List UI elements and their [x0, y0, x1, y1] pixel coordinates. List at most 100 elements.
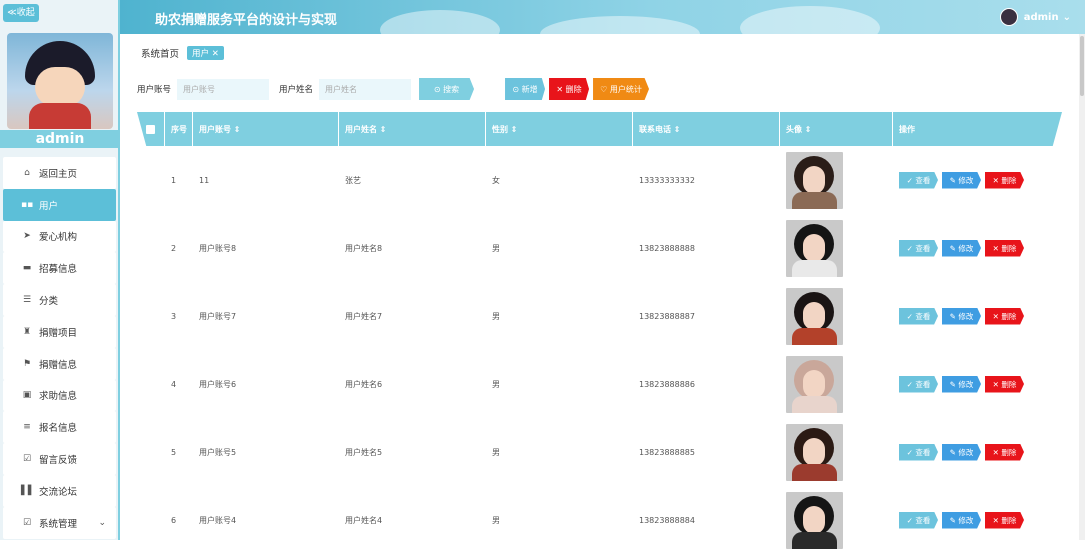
chevron-down-icon: ⌄	[1062, 11, 1071, 23]
delete-button[interactable]: ✕ 删除	[985, 443, 1024, 461]
edit-button[interactable]: ✎ 修改	[942, 307, 981, 325]
avatar-photo[interactable]	[786, 423, 843, 481]
col-account[interactable]: 用户账号 ⇕	[193, 112, 339, 146]
batch-delete-button[interactable]: ✕ 删除	[549, 78, 590, 100]
sidebar-username: admin	[0, 130, 118, 148]
settings-check-icon: ☑	[22, 517, 32, 528]
edit-button[interactable]: ✎ 修改	[942, 511, 981, 529]
user-stats-button[interactable]: ♡ 用户统计	[593, 78, 650, 100]
cell-gender: 男	[492, 515, 500, 525]
collapse-button[interactable]: ≪收起	[3, 4, 39, 22]
avatar-photo[interactable]	[786, 287, 843, 345]
cell-avatar	[780, 282, 893, 350]
cell-actions: ✓ 查看 ✎ 修改 ✕ 删除	[893, 486, 1062, 554]
clipboard-icon: ▣	[22, 390, 32, 401]
avatar-photo[interactable]	[786, 355, 843, 413]
sidebar-item-9[interactable]: ☑ 留言反馈	[3, 443, 116, 475]
edit-button[interactable]: ✎ 修改	[942, 375, 981, 393]
page-scrollbar[interactable]	[1079, 34, 1085, 540]
row-checkbox[interactable]	[137, 282, 165, 350]
col-gender[interactable]: 性别 ⇕	[486, 112, 633, 146]
sidebar-item-4[interactable]: ☰ 分类	[3, 284, 116, 316]
cell-actions: ✓ 查看 ✎ 修改 ✕ 删除	[893, 214, 1062, 282]
view-button[interactable]: ✓ 查看	[899, 375, 938, 393]
cell-gender: 女	[492, 175, 500, 185]
sidebar-item-11[interactable]: ☑ 系统管理 ⌄	[3, 506, 116, 539]
cell-account: 用户账号4	[199, 515, 237, 525]
sidebar-item-6[interactable]: ⚑ 捐赠信息	[3, 347, 116, 380]
sidebar-item-5[interactable]: ♜ 捐赠项目	[3, 315, 116, 348]
sidebar-item-8[interactable]: ≡ 报名信息	[3, 411, 116, 444]
search-button[interactable]: ⊙ 搜索	[419, 78, 475, 100]
avatar	[7, 33, 113, 129]
name-label: 用户姓名	[279, 85, 314, 95]
table-row: 3 用户账号7 用户姓名7 男 13823888887 ✓ 查看 ✎ 修改 ✕ …	[137, 282, 1062, 350]
sidebar-item-label: 求助信息	[39, 391, 78, 403]
cell-name: 用户姓名4	[345, 515, 383, 525]
row-checkbox[interactable]	[137, 146, 165, 214]
user-menu[interactable]: admin ⌄	[999, 8, 1071, 26]
cell-actions: ✓ 查看 ✎ 修改 ✕ 删除	[893, 350, 1062, 418]
sidebar-item-0[interactable]: ⌂ 返回主页	[3, 157, 116, 189]
cell-no: 3	[171, 311, 177, 321]
table-row: 5 用户账号5 用户姓名5 男 13823888885 ✓ 查看 ✎ 修改 ✕ …	[137, 418, 1062, 486]
chevron-down-icon: ⌄	[98, 517, 106, 528]
sidebar-item-7[interactable]: ▣ 求助信息	[3, 379, 116, 412]
breadcrumb-tab-user[interactable]: 用户 ✕	[187, 46, 224, 60]
cell-no: 6	[171, 515, 177, 525]
view-button[interactable]: ✓ 查看	[899, 307, 938, 325]
cell-actions: ✓ 查看 ✎ 修改 ✕ 删除	[893, 146, 1062, 214]
add-button[interactable]: ⊙ 新增	[505, 78, 546, 100]
col-no: 序号	[165, 112, 193, 146]
table-header: 序号 用户账号 ⇕ 用户姓名 ⇕ 性别 ⇕ 联系电话 ⇕ 头像 ⇕ 操作	[137, 112, 1062, 146]
sidebar-item-label: 系统管理	[39, 518, 78, 530]
avatar-photo[interactable]	[786, 151, 843, 209]
cell-account: 用户账号7	[199, 311, 237, 321]
cell-no: 5	[171, 447, 177, 457]
row-checkbox[interactable]	[137, 214, 165, 282]
delete-button[interactable]: ✕ 删除	[985, 307, 1024, 325]
delete-button[interactable]: ✕ 删除	[985, 171, 1024, 189]
sidebar-item-label: 留言反馈	[39, 455, 78, 467]
sidebar-item-label: 捐赠项目	[39, 327, 78, 339]
delete-button[interactable]: ✕ 删除	[985, 375, 1024, 393]
delete-button[interactable]: ✕ 删除	[985, 239, 1024, 257]
col-name[interactable]: 用户姓名 ⇕	[339, 112, 486, 146]
flag-icon: ⚑	[22, 358, 32, 369]
sidebar-item-label: 返回主页	[39, 168, 78, 180]
delete-button[interactable]: ✕ 删除	[985, 511, 1024, 529]
cell-actions: ✓ 查看 ✎ 修改 ✕ 删除	[893, 282, 1062, 350]
sidebar-item-10[interactable]: ▌▌ 交流论坛	[3, 474, 116, 507]
sidebar-item-label: 交流论坛	[39, 486, 78, 498]
row-checkbox[interactable]	[137, 486, 165, 554]
sidebar-item-label: 用户	[39, 200, 59, 212]
table-row: 2 用户账号8 用户姓名8 男 13823888888 ✓ 查看 ✎ 修改 ✕ …	[137, 214, 1062, 282]
select-all-checkbox[interactable]	[137, 112, 165, 146]
row-checkbox[interactable]	[137, 418, 165, 486]
search-bar: 用户账号 用户账号 用户姓名 用户姓名 ⊙ 搜索 ⊙ 新增 ✕ 删除 ♡ 用户统…	[137, 78, 650, 100]
col-avatar[interactable]: 头像 ⇕	[780, 112, 893, 146]
cell-phone: 13823888884	[639, 515, 695, 525]
col-phone[interactable]: 联系电话 ⇕	[633, 112, 780, 146]
avatar-photo[interactable]	[786, 219, 843, 277]
edit-button[interactable]: ✎ 修改	[942, 171, 981, 189]
home-icon: ⌂	[24, 167, 30, 178]
sliders-icon: ☰	[22, 295, 32, 306]
account-search-input[interactable]: 用户账号	[177, 78, 270, 100]
name-search-input[interactable]: 用户姓名	[319, 78, 412, 100]
edit-button[interactable]: ✎ 修改	[942, 239, 981, 257]
row-checkbox[interactable]	[137, 350, 165, 418]
view-button[interactable]: ✓ 查看	[899, 511, 938, 529]
view-button[interactable]: ✓ 查看	[899, 443, 938, 461]
view-button[interactable]: ✓ 查看	[899, 171, 938, 189]
sidebar-item-1[interactable]: ▪▪ 用户	[3, 188, 116, 221]
sidebar-item-2[interactable]: ➤ 爱心机构	[3, 220, 116, 253]
breadcrumb-home[interactable]: 系统首页	[141, 46, 179, 60]
view-button[interactable]: ✓ 查看	[899, 239, 938, 257]
edit-button[interactable]: ✎ 修改	[942, 443, 981, 461]
breadcrumb: 系统首页 用户 ✕	[141, 46, 224, 60]
cell-avatar	[780, 486, 893, 554]
cell-name: 张艺	[345, 175, 361, 185]
cell-name: 用户姓名5	[345, 447, 383, 457]
sidebar-item-3[interactable]: ▬ 招募信息	[3, 252, 116, 285]
